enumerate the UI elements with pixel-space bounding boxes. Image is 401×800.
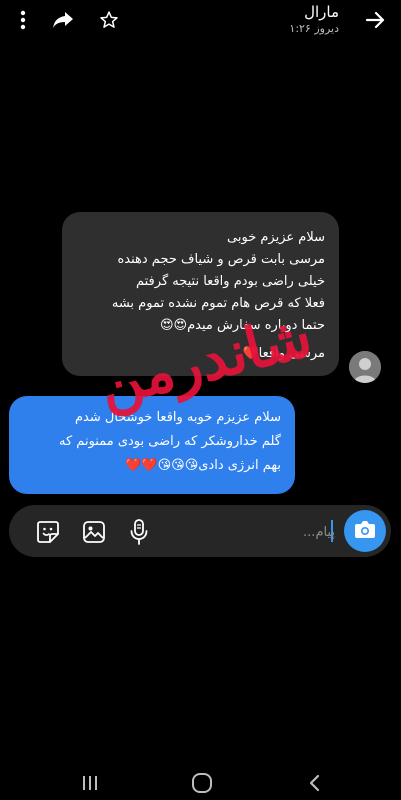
sticker-icon[interactable] [35, 519, 61, 545]
camera-icon [354, 519, 376, 543]
more-vertical-icon[interactable] [9, 6, 37, 34]
message-line: سلام عزیزم خوبی [227, 230, 325, 245]
system-navigation-bar [0, 762, 401, 800]
message-line: بهم انرژی دادی😘😘😘❤️❤️ [125, 458, 281, 473]
incoming-message-bubble[interactable]: سلام عزیزم خوبی مرسی بابت قرص و شیاف حجم… [62, 212, 339, 376]
message-line: حتما دوباره سفارش میدم😍😍 [159, 318, 325, 333]
star-icon[interactable] [95, 6, 123, 34]
message-line: سلام عزیزم خوبه واقعا خوشحال شدم [74, 410, 281, 425]
microphone-icon[interactable] [126, 519, 152, 545]
top-bar: مارال دیروز ۱:۲۶ [0, 0, 401, 44]
contact-name: مارال [304, 3, 339, 21]
message-composer [9, 505, 391, 557]
back-icon[interactable] [302, 772, 326, 794]
avatar[interactable] [349, 351, 381, 383]
share-icon[interactable] [49, 6, 77, 34]
outgoing-message-bubble[interactable]: سلام عزیزم خوبه واقعا خوشحال شدم گلم خدا… [9, 396, 295, 494]
message-input[interactable] [153, 517, 337, 547]
message-line: گلم خداروشکر که راضی بودی ممنونم که [59, 434, 281, 449]
last-seen-time: دیروز ۱:۲۶ [289, 22, 339, 35]
home-icon[interactable] [190, 772, 214, 794]
gallery-icon[interactable] [81, 519, 107, 545]
message-line: فعلا که قرص هام تموم نشده تموم بشه [111, 296, 325, 311]
message-line: خیلی راضی بودم واقعا نتیجه گرفتم [135, 274, 325, 289]
message-line: مرسی واقعا❤️ [242, 346, 325, 361]
back-arrow-icon[interactable] [361, 6, 389, 34]
message-line: مرسی بابت قرص و شیاف حجم دهنده [117, 252, 325, 267]
conversation-header[interactable]: مارال دیروز ۱:۲۶ [289, 2, 339, 36]
recents-icon[interactable] [78, 772, 102, 794]
camera-button[interactable] [344, 510, 386, 552]
